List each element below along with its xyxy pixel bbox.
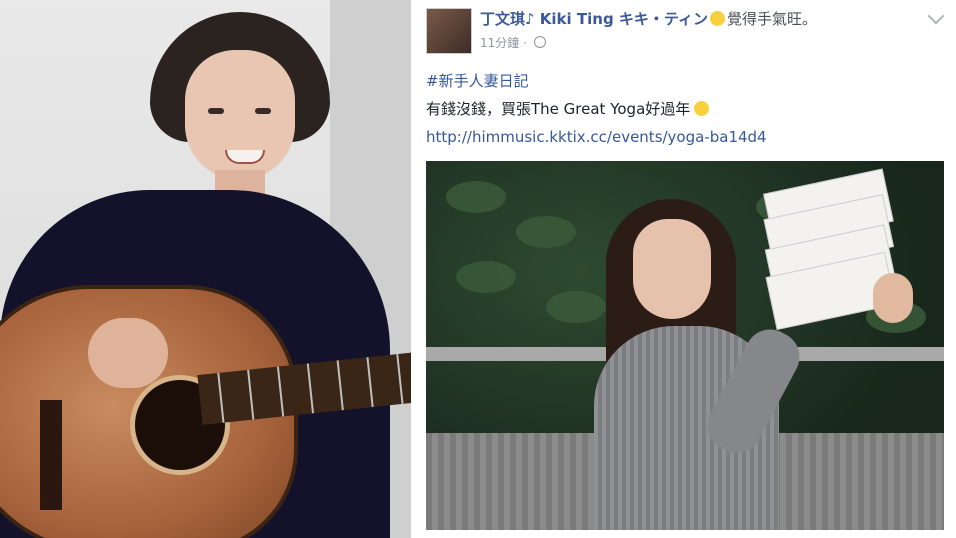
facebook-post: 丁文琪♪ Kiki Ting キキ・ティン 覺得手氣旺。 11分鐘 · #新手人妻…: [414, 0, 956, 538]
guitarist-photo: [0, 0, 411, 538]
post-meta: 11分鐘 ·: [480, 34, 546, 51]
globe-icon: [533, 36, 546, 48]
timestamp[interactable]: 11分鐘: [480, 36, 519, 50]
smile-emoji-icon: [694, 101, 710, 116]
feeling-text: 覺得手氣旺。: [727, 10, 818, 28]
event-link[interactable]: http://himmusic.kktix.cc/events/yoga-ba1…: [426, 128, 767, 146]
screenshot-frame: 丁文琪♪ Kiki Ting キキ・ティン 覺得手氣旺。 11分鐘 · #新手人妻…: [0, 0, 956, 538]
hashtag-link[interactable]: #新手人妻日記: [426, 70, 529, 91]
post-text: 有錢沒錢，買張The Great Yoga好過年: [426, 98, 711, 119]
post-header: 丁文琪♪ Kiki Ting キキ・ティン 覺得手氣旺。: [480, 8, 817, 29]
chevron-down-icon[interactable]: [927, 7, 945, 25]
avatar[interactable]: [426, 8, 472, 54]
author-name[interactable]: 丁文琪♪ Kiki Ting キキ・ティン: [480, 10, 708, 28]
smile-emoji-icon: [710, 11, 726, 26]
post-photo[interactable]: [426, 161, 944, 530]
